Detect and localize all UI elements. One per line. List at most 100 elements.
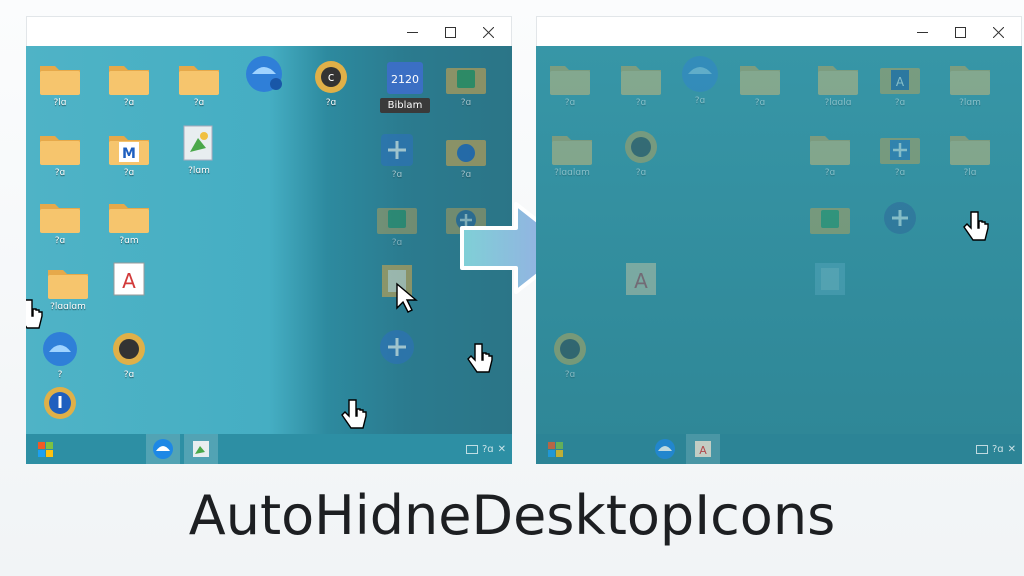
desktop-icon[interactable] — [868, 196, 932, 236]
desktop-icon[interactable]: ?ɑ — [609, 56, 673, 108]
svg-text:M: M — [122, 146, 136, 162]
system-tray[interactable]: ?ɑ ✕ — [465, 434, 506, 464]
close-icon[interactable]: ✕ — [498, 444, 506, 455]
svg-text:c: c — [328, 70, 335, 84]
desktop-icon[interactable]: ?ɑ — [668, 54, 732, 106]
desktop-icon[interactable]: ?ɑ — [538, 56, 602, 108]
edge-icon[interactable] — [648, 434, 682, 464]
icon-label: ?lɑm — [188, 166, 210, 176]
icon-label: ?lɑ — [963, 168, 977, 178]
desktop-icon[interactable]: ?ɑ — [28, 194, 92, 246]
maximize-icon[interactable] — [941, 17, 979, 47]
desktop-icon[interactable]: 2120 Biblam — [365, 56, 445, 113]
folder-icon — [817, 56, 859, 96]
desktop-icon[interactable]: ?ɑ — [365, 196, 429, 248]
plus-app-icon — [376, 128, 418, 168]
desktop-icon[interactable]: ?ɑ — [868, 126, 932, 178]
calendar-app-icon: 2120 — [384, 56, 426, 96]
icon-label: ?ɑ — [325, 98, 337, 108]
desktop-icon[interactable] — [798, 258, 862, 298]
desktop-icon[interactable]: ?lɑm — [167, 124, 231, 176]
icon-label: ?ɑ — [193, 98, 205, 108]
yellow-app-icon — [620, 126, 662, 166]
desktop-icon[interactable]: ? — [28, 328, 92, 380]
desktop-icon[interactable]: ?ɑ — [97, 328, 161, 380]
desktop-icon[interactable]: ?ɑ — [28, 126, 92, 178]
close-icon[interactable] — [979, 17, 1017, 47]
desktop-icon[interactable] — [798, 196, 862, 236]
desktop-icon[interactable]: ?ɑ — [728, 56, 792, 108]
desktop-area[interactable]: ?ɑ ?ɑ ?ɑ ?ɑ ?lɑɑlɑ A ?ɑ ?lɑm ?lɑɑlɑm ?ɑ … — [536, 46, 1022, 434]
edge-icon[interactable] — [146, 434, 180, 464]
folder-icon — [551, 126, 593, 166]
window-icon — [465, 444, 478, 454]
hand-cursor-icon — [340, 398, 368, 430]
desktop-icon[interactable] — [365, 326, 429, 366]
folder-icon — [108, 194, 150, 234]
blue-folder-icon — [445, 128, 487, 168]
svg-text:2120: 2120 — [391, 73, 419, 86]
window-icon — [975, 444, 988, 454]
desktop-area[interactable]: ?lɑ ?ɑ ?ɑ c ?ɑ 2120 Biblam ?ɑ ?ɑ M ?ɑ ?l… — [26, 46, 512, 434]
desktop-icon[interactable]: A — [609, 258, 673, 298]
app-title: AutoHidneDesktopIcons — [188, 484, 836, 547]
plus-app-icon — [879, 196, 921, 236]
folder-icon — [47, 260, 89, 300]
desktop-icon[interactable]: ?lɑɑlɑm — [536, 126, 612, 178]
a-doc-icon: A — [620, 258, 662, 298]
folder-icon — [39, 194, 81, 234]
windows-start-icon[interactable] — [536, 434, 574, 464]
icon-label: ?ɑ — [391, 238, 403, 248]
icon-label: ?ɑ — [824, 168, 836, 178]
desktop-icon[interactable]: ?ɑm — [97, 194, 161, 246]
desktop-icon[interactable]: ?ɑ — [434, 56, 498, 108]
icon-label: ?ɑ — [460, 170, 472, 180]
desktop-icon[interactable] — [28, 382, 92, 422]
icon-label: ? — [57, 370, 63, 380]
desktop-icon[interactable]: ?ɑ — [798, 126, 862, 178]
green-folder-icon — [376, 196, 418, 236]
icon-label: ?ɑ — [564, 98, 576, 108]
desktop-icon[interactable]: ?lɑ — [28, 56, 92, 108]
desktop-icon[interactable]: A — [97, 258, 161, 298]
green-doc-icon[interactable] — [184, 434, 218, 464]
a-folder-icon: A — [879, 56, 921, 96]
desktop-icon[interactable]: c ?ɑ — [299, 56, 363, 108]
desktop-icon[interactable]: ?ɑ — [609, 126, 673, 178]
desktop-icon[interactable]: ?ɑ — [538, 328, 602, 380]
icon-label: ?lɑɑlɑm — [554, 168, 590, 178]
desktop-icon[interactable]: ?ɑ — [434, 128, 498, 180]
windows-start-icon[interactable] — [26, 434, 64, 464]
folder-icon — [178, 56, 220, 96]
close-icon[interactable] — [469, 17, 507, 47]
icon-label: ?ɑ — [564, 370, 576, 380]
desktop-icon[interactable]: ?ɑ — [365, 128, 429, 180]
desktop-icon[interactable]: ?lɑm — [938, 56, 1002, 108]
desktop-icon[interactable]: M ?ɑ — [97, 126, 161, 178]
desktop-icon[interactable]: ?lɑɑlɑ — [798, 56, 878, 108]
icon-label: ?ɑm — [119, 236, 139, 246]
window-before: ?lɑ ?ɑ ?ɑ c ?ɑ 2120 Biblam ?ɑ ?ɑ M ?ɑ ?l… — [26, 16, 512, 464]
close-icon[interactable]: ✕ — [1008, 444, 1016, 455]
desktop-icon[interactable]: A ?ɑ — [868, 56, 932, 108]
icon-label: ?ɑ — [123, 98, 135, 108]
taskbar: A ?ɑ ✕ — [536, 434, 1022, 464]
tray-text: ?ɑ — [481, 443, 494, 455]
folder-icon — [108, 56, 150, 96]
icon-label: ?ɑ — [391, 170, 403, 180]
desktop-icon[interactable] — [232, 54, 296, 94]
desktop-icon[interactable]: ?ɑ — [167, 56, 231, 108]
minimize-icon[interactable] — [903, 17, 941, 47]
yellow-app-icon — [108, 328, 150, 368]
desktop-icon[interactable]: ?ɑ — [97, 56, 161, 108]
system-tray[interactable]: ?ɑ ✕ — [975, 434, 1016, 464]
a-doc-icon: A — [108, 258, 150, 298]
pointer-cursor-icon — [394, 282, 422, 314]
maximize-icon[interactable] — [431, 17, 469, 47]
icon-label: ?ɑ — [460, 98, 472, 108]
minimize-icon[interactable] — [393, 17, 431, 47]
a-doc-icon[interactable]: A — [686, 434, 720, 464]
desktop-icon[interactable]: ?lɑ — [938, 126, 1002, 178]
doc-icon — [809, 258, 851, 298]
hand-cursor-icon — [962, 210, 990, 242]
